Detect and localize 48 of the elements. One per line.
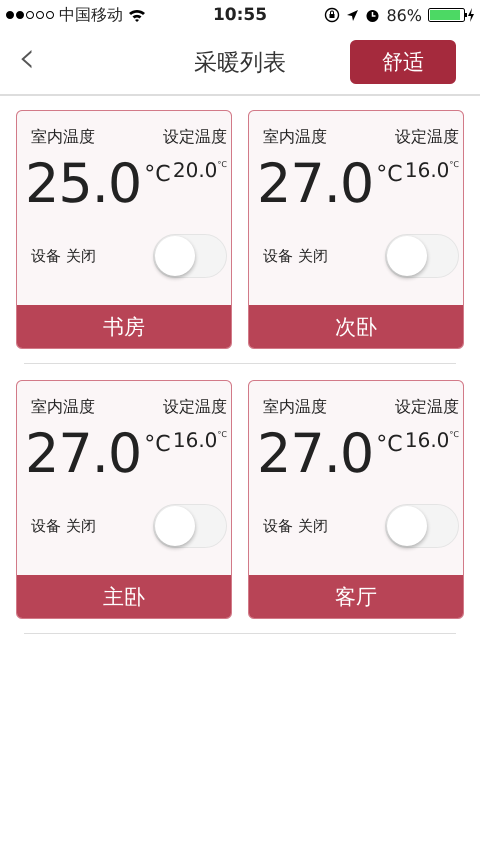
battery-charging-icon bbox=[428, 7, 474, 23]
power-toggle[interactable] bbox=[385, 234, 459, 278]
temp-unit: °C bbox=[376, 162, 403, 187]
device-status: 设备 关闭 bbox=[263, 516, 328, 536]
power-toggle[interactable] bbox=[153, 504, 227, 548]
set-temp-label: 设定温度 bbox=[163, 397, 227, 418]
indoor-temperature: 27.0 bbox=[25, 422, 142, 486]
back-button[interactable]: ‹ bbox=[0, 36, 36, 88]
device-status: 设备 关闭 bbox=[31, 516, 96, 536]
device-status: 设备 关闭 bbox=[31, 246, 96, 266]
set-temp-label: 设定温度 bbox=[395, 397, 459, 418]
room-name: 主卧 bbox=[17, 575, 231, 618]
set-temp-label: 设定温度 bbox=[395, 127, 459, 148]
temp-unit: °C bbox=[217, 160, 227, 169]
power-toggle[interactable] bbox=[153, 234, 227, 278]
page-title: 采暖列表 bbox=[194, 48, 286, 78]
temp-unit: °C bbox=[144, 432, 171, 457]
indoor-temp-label: 室内温度 bbox=[31, 397, 95, 418]
signal-icon bbox=[6, 11, 54, 19]
indoor-temperature: 25.0 bbox=[25, 152, 142, 216]
set-temperature: 16.0 bbox=[172, 428, 218, 452]
temp-unit: °C bbox=[449, 430, 459, 439]
indoor-temp-label: 室内温度 bbox=[263, 397, 327, 418]
indoor-temp-label: 室内温度 bbox=[31, 127, 95, 148]
wifi-icon bbox=[128, 8, 146, 22]
set-temp-label: 设定温度 bbox=[163, 127, 227, 148]
indoor-temperature: 27.0 bbox=[257, 152, 374, 216]
rotation-lock-icon bbox=[324, 7, 340, 23]
temp-unit: °C bbox=[449, 160, 459, 169]
clock: 10:55 bbox=[212, 5, 268, 25]
device-status: 设备 关闭 bbox=[263, 246, 328, 266]
set-temperature: 20.0 bbox=[172, 158, 218, 182]
alarm-icon bbox=[365, 8, 380, 22]
temp-unit: °C bbox=[144, 162, 171, 187]
temp-unit: °C bbox=[217, 430, 227, 439]
temp-unit: °C bbox=[376, 432, 403, 457]
battery-percent: 86% bbox=[386, 6, 422, 24]
room-name: 客厅 bbox=[249, 575, 463, 618]
location-icon bbox=[346, 8, 360, 22]
indoor-temp-label: 室内温度 bbox=[263, 127, 327, 148]
room-name: 书房 bbox=[17, 305, 231, 348]
indoor-temperature: 27.0 bbox=[257, 422, 374, 486]
set-temperature: 16.0 bbox=[404, 428, 450, 452]
comfort-mode-button[interactable]: 舒适 bbox=[350, 40, 456, 84]
power-toggle[interactable] bbox=[385, 504, 459, 548]
carrier-name: 中国移动 bbox=[59, 4, 123, 26]
set-temperature: 16.0 bbox=[404, 158, 450, 182]
room-name: 次卧 bbox=[249, 305, 463, 348]
